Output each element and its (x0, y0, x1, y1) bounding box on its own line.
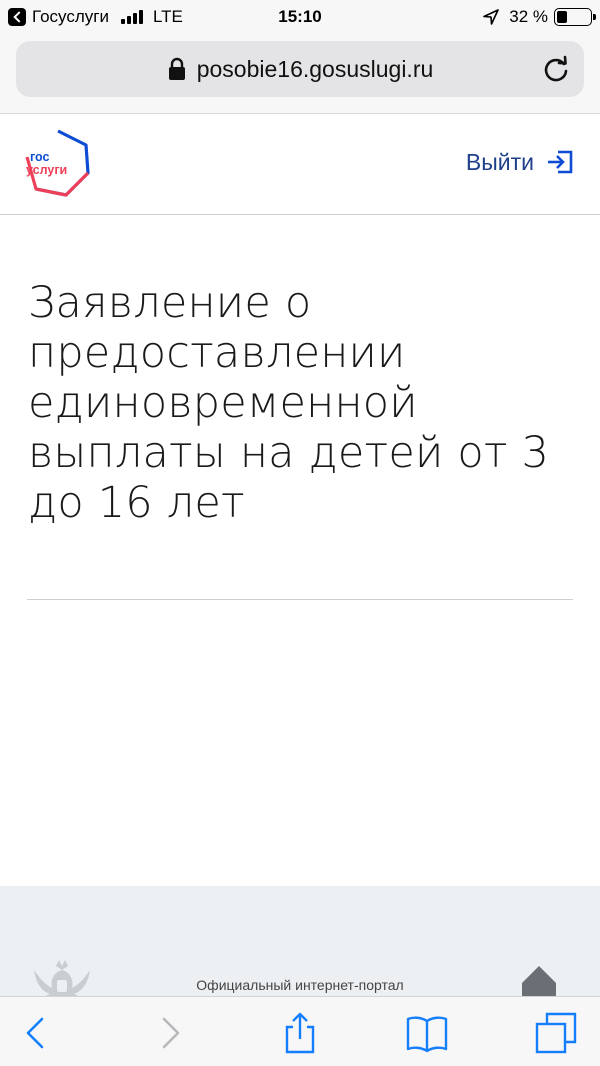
battery-icon (554, 8, 596, 26)
location-icon (483, 9, 500, 25)
url-display[interactable]: posobie16.gosuslugi.ru (16, 41, 584, 97)
logout-label[interactable]: Выйти (466, 149, 534, 176)
site-footer: Официальный интернет-портал (0, 886, 600, 996)
logout-button[interactable]: Выйти (466, 148, 574, 176)
site-header: гос услуги Выйти (0, 114, 600, 215)
status-bar-right: 32 % (483, 7, 596, 27)
forward-icon[interactable] (148, 1011, 192, 1055)
reload-icon[interactable] (540, 53, 572, 85)
footer-portal-text: Официальный интернет-портал (196, 977, 404, 993)
tabs-icon[interactable] (534, 1011, 578, 1055)
bookmarks-icon[interactable] (405, 1011, 449, 1055)
status-bar-left[interactable]: Госуслуги LTE (8, 7, 183, 27)
logo-text-gos: гос (30, 150, 50, 164)
section-divider (27, 599, 573, 600)
logout-icon[interactable] (546, 148, 574, 176)
back-icon[interactable] (14, 1011, 58, 1055)
status-bar: Госуслуги LTE 15:10 32 % (0, 0, 600, 36)
scroll-top-icon[interactable] (520, 964, 558, 996)
browser-address-bar: posobie16.gosuslugi.ru (0, 36, 600, 114)
battery-percent: 32 % (509, 7, 548, 26)
url-text[interactable]: posobie16.gosuslugi.ru (197, 56, 434, 83)
network-type: LTE (152, 7, 183, 26)
browser-toolbar (0, 996, 600, 1066)
signal-icon (120, 10, 143, 24)
page-title: Заявление о предоставлении единовременно… (28, 278, 550, 528)
lock-icon (168, 57, 185, 80)
back-to-app-icon[interactable] (8, 8, 26, 26)
logo-text-uslugi: услуги (26, 163, 67, 177)
battery-level (557, 11, 568, 23)
url-field[interactable]: posobie16.gosuslugi.ru (16, 41, 584, 97)
share-icon[interactable] (278, 1011, 322, 1055)
gosuslugi-logo[interactable]: гос услуги (22, 127, 94, 199)
back-app-label[interactable]: Госуслуги (32, 7, 109, 27)
